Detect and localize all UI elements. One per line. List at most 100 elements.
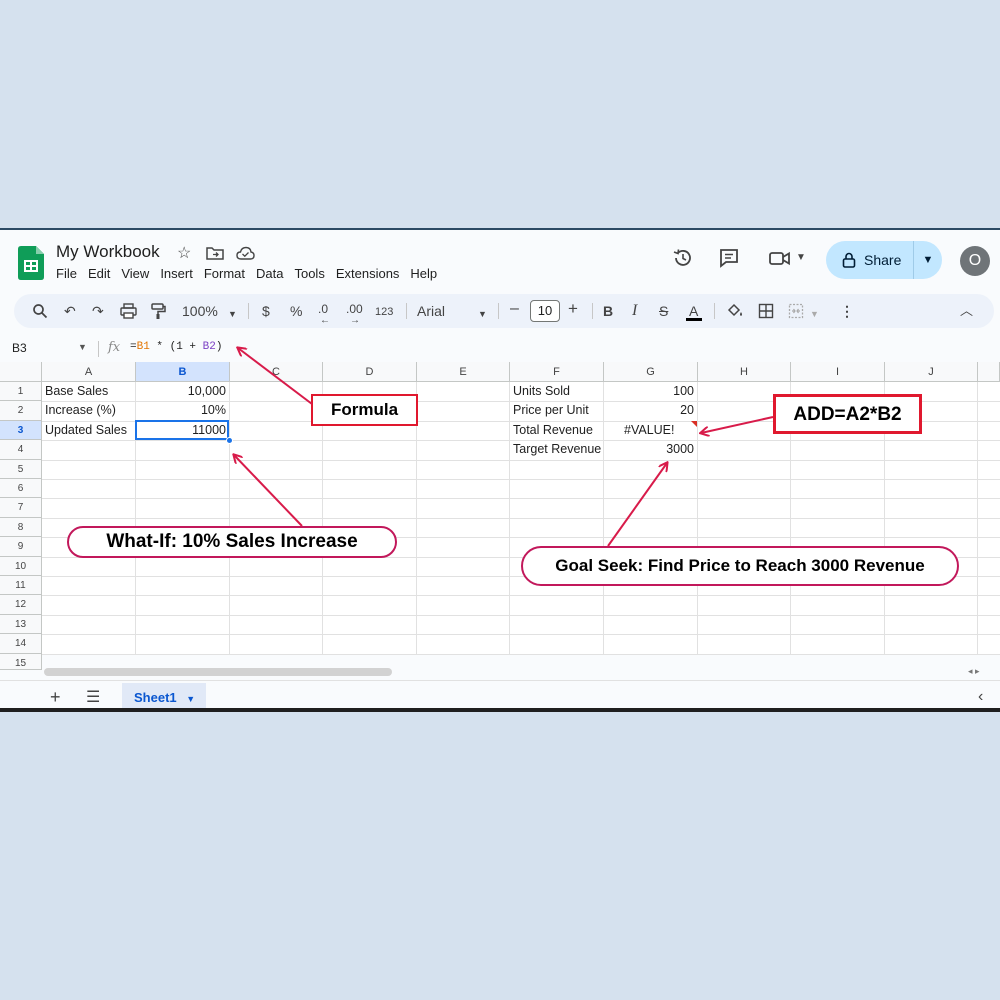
cell-b2[interactable]: 10% [135,401,229,420]
column-header-f[interactable]: F [510,362,604,382]
cell-b1[interactable]: 10,000 [135,382,229,401]
bold-icon[interactable]: B [603,302,613,320]
row-header-2[interactable]: 2 [0,401,42,421]
row-header-7[interactable]: 7 [0,498,42,518]
paint-format-icon[interactable] [150,303,166,320]
menu-insert[interactable]: Insert [160,266,193,281]
menu-format[interactable]: Format [204,266,245,281]
cell-g4[interactable]: 3000 [603,440,697,459]
italic-icon[interactable]: I [632,302,637,320]
name-box-chevron-icon[interactable]: ▼ [78,342,87,352]
scroll-arrows-icon[interactable]: ◂ ▸ [968,666,980,677]
row-header-10[interactable]: 10 [0,556,42,576]
cell-a1[interactable]: Base Sales [42,382,135,401]
column-header-c[interactable]: C [230,362,323,382]
font-chevron-icon[interactable]: ▼ [478,305,487,323]
row-header-9[interactable]: 9 [0,537,42,557]
collapse-toolbar-icon[interactable]: ︿ [960,302,973,320]
row-header-15[interactable]: 15 [0,653,42,670]
horizontal-scrollbar[interactable] [44,668,392,676]
zoom-select[interactable]: 100% [182,302,218,320]
print-icon[interactable] [120,303,137,319]
menu-edit[interactable]: Edit [88,266,110,281]
more-options-icon[interactable]: ⋮ [840,302,854,320]
row-header-1[interactable]: 1 [0,382,42,402]
strikethrough-icon[interactable]: S [659,302,668,320]
cell-g2[interactable]: 20 [603,401,697,420]
share-options-chevron-icon[interactable]: ▼ [914,254,942,266]
font-select[interactable]: Arial [417,302,445,320]
os-taskbar [0,708,1000,712]
column-header-k[interactable] [978,362,1000,382]
share-main[interactable]: Share [826,241,914,279]
cell-f4[interactable]: Target Revenue [510,440,604,459]
font-size-input[interactable]: 10 [530,300,560,322]
column-header-a[interactable]: A [42,362,136,382]
column-header-h[interactable]: H [698,362,791,382]
menu-data[interactable]: Data [256,266,283,281]
version-history-icon[interactable] [672,247,694,269]
column-header-i[interactable]: I [791,362,885,382]
share-button[interactable]: Share ▼ [826,241,942,279]
cell-f1[interactable]: Units Sold [510,382,604,401]
percent-format-button[interactable]: % [290,302,302,320]
formula-input[interactable]: =B1 * (1 + B2) [130,341,222,353]
cell-a3[interactable]: Updated Sales [42,421,135,440]
currency-format-button[interactable]: $ [262,302,270,320]
menu-tools[interactable]: Tools [294,266,324,281]
menu-bar: File Edit View Insert Format Data Tools … [56,266,437,281]
column-header-b[interactable]: B [136,362,230,382]
row-header-11[interactable]: 11 [0,576,42,596]
formula-ref-b2: B2 [202,341,216,353]
column-header-j[interactable]: J [885,362,978,382]
row-header-5[interactable]: 5 [0,459,42,479]
undo-icon[interactable]: ↶ [64,302,76,320]
row-header-12[interactable]: 12 [0,595,42,615]
add-sheet-icon[interactable]: + [50,687,61,708]
name-box[interactable]: B3 [12,341,27,355]
column-header-d[interactable]: D [323,362,417,382]
cell-f3[interactable]: Total Revenue [510,421,604,440]
cell-f2[interactable]: Price per Unit [510,401,604,420]
document-title[interactable]: My Workbook [56,242,160,262]
merge-cells-icon[interactable] [788,303,804,319]
zoom-chevron-icon[interactable]: ▼ [228,305,237,323]
search-icon[interactable] [32,303,48,319]
menu-file[interactable]: File [56,266,77,281]
all-sheets-menu-icon[interactable]: ☰ [86,687,100,707]
menu-extensions[interactable]: Extensions [336,266,400,281]
borders-icon[interactable] [758,303,774,319]
row-header-13[interactable]: 13 [0,614,42,635]
column-header-e[interactable]: E [417,362,510,382]
sheet-tab-chevron-icon[interactable]: ▼ [186,694,195,704]
fill-handle[interactable] [226,437,233,444]
sheets-logo-icon[interactable] [18,246,44,280]
row-header-4[interactable]: 4 [0,440,42,460]
number-format-button[interactable]: 123 [375,303,393,321]
text-color-bar [686,318,702,321]
chevron-left-icon[interactable]: ‹ [978,688,983,706]
decrease-font-size-icon[interactable]: – [510,300,519,318]
cell-g1[interactable]: 100 [603,382,697,401]
cell-g3[interactable]: #VALUE! [621,421,697,440]
menu-view[interactable]: View [121,266,149,281]
move-folder-icon[interactable] [206,246,224,260]
redo-icon[interactable]: ↷ [92,302,104,320]
menu-help[interactable]: Help [410,266,437,281]
row-header-14[interactable]: 14 [0,634,42,654]
comments-icon[interactable] [718,247,740,269]
star-icon[interactable]: ☆ [177,243,191,263]
cloud-saved-icon[interactable] [236,246,255,260]
row-header-8[interactable]: 8 [0,517,42,538]
error-indicator[interactable] [691,421,697,427]
meet-video-icon[interactable] [768,247,792,269]
account-avatar[interactable]: O [960,246,990,276]
row-header-6[interactable]: 6 [0,479,42,499]
row-header-3[interactable]: 3 [0,420,42,441]
select-all-corner[interactable] [0,362,42,382]
column-header-g[interactable]: G [604,362,698,382]
cell-a2[interactable]: Increase (%) [42,401,135,420]
fill-color-icon[interactable] [726,303,744,319]
chevron-down-icon[interactable]: ▼ [796,252,806,263]
increase-font-size-icon[interactable]: + [568,300,578,318]
